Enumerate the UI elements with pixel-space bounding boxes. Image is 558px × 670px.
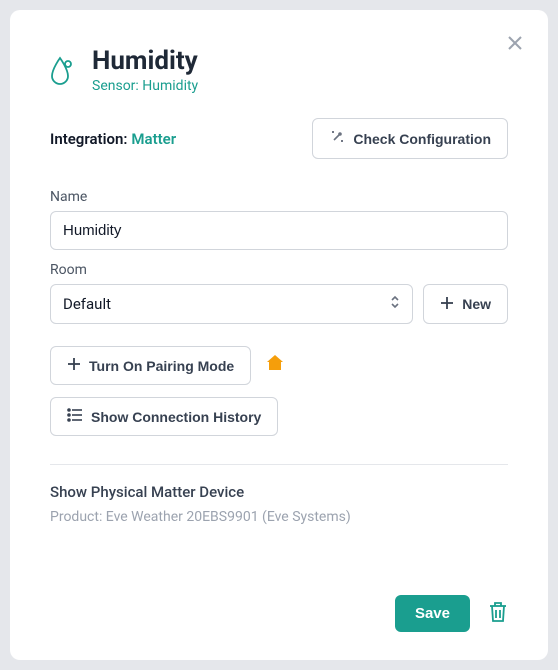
plus-icon bbox=[67, 357, 81, 374]
close-icon[interactable] bbox=[500, 28, 530, 58]
check-configuration-button[interactable]: Check Configuration bbox=[312, 118, 508, 159]
list-icon bbox=[67, 408, 83, 425]
dialog-footer: Save bbox=[50, 571, 508, 632]
plus-icon bbox=[440, 296, 454, 313]
room-field-label: Room bbox=[50, 262, 508, 278]
matter-device-heading[interactable]: Show Physical Matter Device bbox=[50, 483, 508, 501]
dialog-title: Humidity bbox=[92, 46, 198, 76]
check-configuration-label: Check Configuration bbox=[353, 131, 491, 147]
save-button[interactable]: Save bbox=[395, 595, 470, 632]
connection-history-label: Show Connection History bbox=[91, 409, 261, 425]
pairing-mode-label: Turn On Pairing Mode bbox=[89, 358, 234, 374]
connection-history-button[interactable]: Show Connection History bbox=[50, 397, 278, 436]
integration-value[interactable]: Matter bbox=[131, 130, 176, 148]
integration-label: Integration: bbox=[50, 130, 127, 148]
name-input[interactable] bbox=[50, 211, 508, 250]
humidity-icon bbox=[50, 54, 78, 90]
device-settings-dialog: Humidity Sensor: Humidity Integration: M… bbox=[10, 10, 548, 660]
pairing-mode-button[interactable]: Turn On Pairing Mode bbox=[50, 346, 251, 385]
dialog-header: Humidity Sensor: Humidity bbox=[50, 46, 508, 94]
product-info: Product: Eve Weather 20EBS9901 (Eve Syst… bbox=[50, 509, 508, 525]
integration-row: Integration: Matter Check Configuration bbox=[50, 118, 508, 159]
name-field-label: Name bbox=[50, 189, 508, 205]
homekit-icon bbox=[265, 353, 285, 378]
room-select[interactable]: Default bbox=[50, 284, 413, 324]
trash-icon[interactable] bbox=[488, 601, 508, 627]
new-room-label: New bbox=[462, 296, 491, 312]
divider bbox=[50, 464, 508, 465]
dialog-subtitle: Sensor: Humidity bbox=[92, 78, 198, 94]
new-room-button[interactable]: New bbox=[423, 284, 508, 324]
sparkle-icon bbox=[329, 129, 345, 148]
